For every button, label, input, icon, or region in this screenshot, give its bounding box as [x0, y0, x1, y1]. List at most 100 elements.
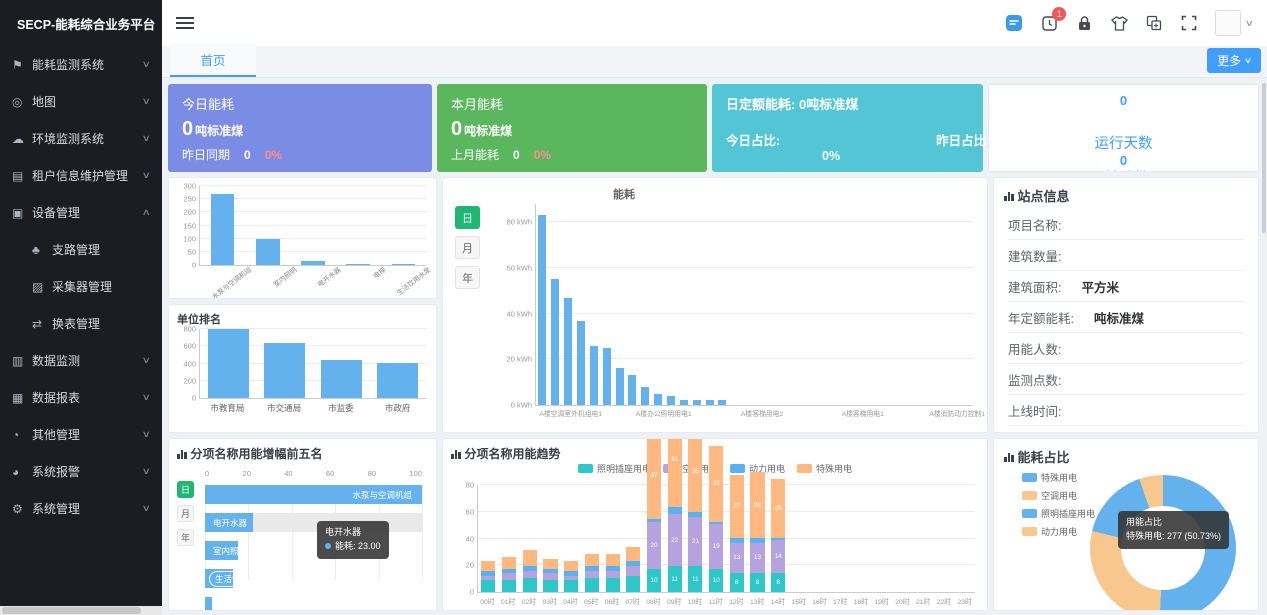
bars-container: [200, 329, 426, 398]
bar: [211, 194, 235, 265]
bar: [564, 298, 572, 405]
sidebar-horizontal-scrollbar[interactable]: [0, 606, 162, 615]
donut-chart[interactable]: [1090, 475, 1236, 611]
sidebar-item-system-mgmt[interactable]: ⚙系统管理∨: [0, 490, 162, 527]
chevron-icon: ∨: [142, 59, 151, 70]
more-button[interactable]: 更多 ∨: [1207, 48, 1261, 73]
legend-item-照明插座用电[interactable]: 照明插座用电: [1022, 507, 1095, 520]
x-tick-label: 60: [326, 469, 334, 478]
legend-item-空调用电[interactable]: 空调用电: [1022, 489, 1095, 502]
bar-slot: 102037: [644, 485, 665, 592]
legend-swatch: [578, 464, 593, 473]
period-button-年[interactable]: 年: [177, 529, 194, 546]
system-mgmt-icon: ⚙: [12, 502, 32, 516]
bar-chart-icon: [177, 449, 187, 459]
menu-collapse-icon[interactable]: [176, 14, 194, 32]
theme-skin-icon[interactable]: [1110, 14, 1128, 32]
bar-chart-icon: [451, 449, 461, 459]
bar: 电开水器: [205, 513, 253, 532]
sidebar-item-device-mgmt[interactable]: ▣设备管理∧: [0, 194, 162, 231]
chevron-icon: ∧: [142, 207, 151, 218]
sidebar-item-map[interactable]: ◎地图∨: [0, 83, 162, 120]
panel-usage-trend-chart[interactable]: 分项名称用能趋势 照明插座用电空调用电动力用电特殊用电 020406080102…: [442, 438, 988, 611]
bar: [693, 400, 701, 405]
lock-icon[interactable]: [1075, 14, 1093, 32]
panel-subitem-rank-chart[interactable]: 050100150200250300水泵与空调机组室内照明电开水器电梯生活饮用水…: [168, 177, 437, 299]
bar-segment-特殊用电: [585, 554, 599, 566]
x-tick-label: 22时: [934, 593, 955, 606]
chart-plot-area[interactable]: 0204060801020371122411121351019328132781…: [477, 485, 975, 593]
sidebar-item-data-monitor[interactable]: ▥数据监测∨: [0, 342, 162, 379]
sidebar-item-system-alarm[interactable]: ◕系统报警∨: [0, 453, 162, 490]
panel-energy-share-chart[interactable]: 能耗占比 特殊用电空调用电照明插座用电动力用电 用能占比 特殊用电: 277 (…: [993, 438, 1259, 611]
legend-swatch: [730, 464, 745, 473]
bar-slot: [626, 204, 639, 405]
x-tick-label: 01时: [498, 593, 519, 606]
bar-slot: [870, 204, 883, 405]
period-buttons: 日月年: [455, 206, 480, 289]
copy-docs-icon[interactable]: [1145, 14, 1163, 32]
fullscreen-icon[interactable]: [1180, 14, 1198, 32]
chart-plot-area[interactable]: 050100150200250300: [199, 186, 426, 266]
x-tick-label: 20: [243, 469, 251, 478]
bar-slot: [948, 204, 961, 405]
bar-slot: [582, 485, 603, 592]
sidebar-subitem-collector-mgmt[interactable]: ▨采集器管理: [0, 268, 162, 305]
sidebar-item-energy-monitor[interactable]: ⚑能耗监测系统∨: [0, 46, 162, 83]
legend-item-动力用电[interactable]: 动力用电: [1022, 525, 1095, 538]
bar-slot: [742, 204, 755, 405]
x-tick-label: 市教育局: [199, 399, 256, 414]
bar-segment-特殊用电: [543, 559, 557, 568]
chart-plot-area[interactable]: 0200400600800: [199, 329, 426, 399]
sidebar-item-tenant-info[interactable]: ▤租户信息维护管理∨: [0, 157, 162, 194]
tab-home[interactable]: 首页: [170, 43, 256, 77]
sidebar-subitem-meter-swap-mgmt[interactable]: ⇄换表管理: [0, 305, 162, 342]
legend-item-特殊用电[interactable]: 特殊用电: [797, 462, 852, 475]
sidebar-item-env-monitor[interactable]: ☁环境监测系统∨: [0, 120, 162, 157]
row-label: 用能人数:: [1008, 339, 1061, 358]
legend-label: 照明插座用电: [597, 462, 651, 475]
period-button-日[interactable]: 日: [455, 206, 480, 229]
legend-item-特殊用电[interactable]: 特殊用电: [1022, 471, 1095, 484]
x-tick-label: 水泵与空调机组: [208, 262, 264, 299]
x-tick-label: 电开水器: [300, 262, 354, 299]
x-tick-label: 电梯: [344, 262, 398, 299]
alarm-clock-icon[interactable]: 1: [1040, 14, 1058, 32]
stacked-bar: 81425: [771, 479, 785, 592]
sidebar-subitem-branch-mgmt[interactable]: ♣支路管理: [0, 231, 162, 268]
panel-top5-growth-chart[interactable]: 分项名称用能增幅前五名 日月年 020406080100水泵与空调机组电开水器室…: [168, 438, 437, 611]
user-avatar[interactable]: ∨: [1215, 10, 1253, 36]
chart-plot-area[interactable]: 0 kWh20 kWh40 kWh60 kWh80 kWh: [535, 204, 973, 406]
panel-unit-ranking-chart[interactable]: 单位排名 0200400600800市教育局市交通局市监委市政府: [168, 304, 437, 433]
stacked-bar: [502, 557, 516, 592]
period-button-年[interactable]: 年: [455, 266, 480, 289]
sidebar-item-data-report[interactable]: ▦数据报表∨: [0, 379, 162, 416]
x-tick-label: 06时: [602, 593, 623, 606]
row-value: 吨标准煤: [1094, 308, 1144, 327]
panel-energy-trend-chart[interactable]: 能耗 日月年 0 kWh20 kWh40 kWh60 kWh80 kWhA楼空调…: [442, 177, 988, 433]
app-title: SECP-能耗综合业务平台: [17, 14, 155, 33]
period-button-月[interactable]: 月: [455, 236, 480, 259]
x-tick-label: 市交通局: [256, 399, 313, 414]
y-tick-label: 0 kWh: [511, 401, 532, 410]
x-tick-label: A楼客梯用电1: [842, 408, 884, 418]
bar-slot: [200, 329, 257, 398]
sidebar-subitem-label: 采集器管理: [52, 278, 150, 295]
page-vertical-scrollbar[interactable]: [1261, 79, 1267, 615]
bar-slot: [336, 186, 381, 265]
map-icon: ◎: [12, 95, 32, 109]
period-button-月[interactable]: 月: [177, 505, 194, 522]
legend-item-照明插座用电[interactable]: 照明插座用电: [578, 462, 651, 475]
bar-slot: [200, 186, 245, 265]
bar-slot: 112241: [664, 485, 685, 592]
period-button-日[interactable]: 日: [177, 481, 194, 498]
bar-slot: [639, 204, 652, 405]
bar-segment-空调用电: 21: [688, 517, 702, 566]
legend-swatch: [1022, 509, 1037, 518]
y-tick-label: 0: [192, 261, 196, 270]
message-icon[interactable]: [1005, 14, 1023, 32]
bar-slot: [780, 204, 793, 405]
chart-title: 能耗占比: [994, 439, 1258, 468]
sidebar-item-other-mgmt[interactable]: ◔其他管理∨: [0, 416, 162, 453]
legend-label: 特殊用电: [816, 462, 852, 475]
